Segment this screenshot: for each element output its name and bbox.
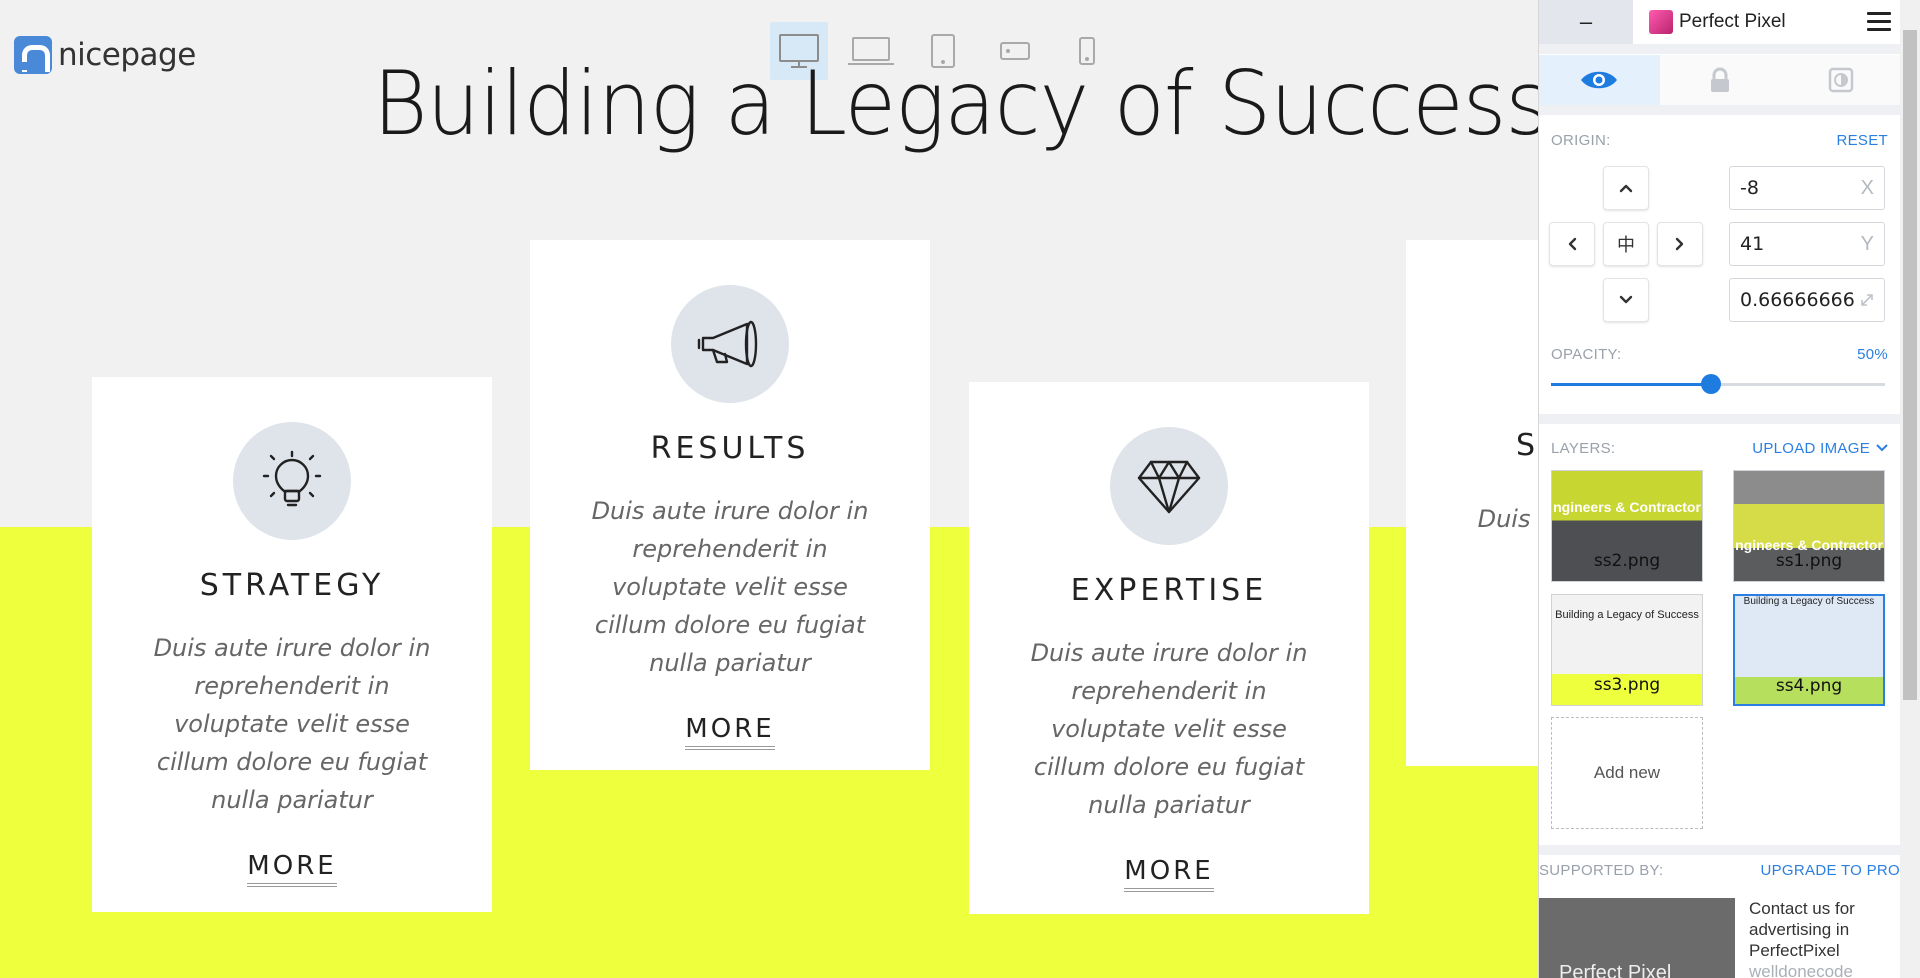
perfect-pixel-panel: – Perfect Pixel ORIGIN: RESET 中 -8 X 41 … (1538, 0, 1901, 978)
layer-caption: Building a Legacy of Success (1555, 609, 1699, 621)
ad-contact-text: Contact us for advertising in PerfectPix… (1749, 899, 1855, 960)
scrollbar-thumb[interactable] (1903, 30, 1917, 700)
ad-sub-text: welldonecode (1749, 962, 1853, 978)
move-left-button[interactable] (1549, 222, 1595, 266)
panel-scrollbar[interactable] (1900, 0, 1920, 978)
panel-brand: Perfect Pixel (1649, 10, 1786, 34)
card-text: Duis aute irure dolor in reprehenderit i… (1030, 639, 1308, 819)
eye-icon (1581, 71, 1618, 89)
card-icon-circle (671, 285, 789, 403)
resize-icon (1861, 294, 1873, 306)
card-title: STRATEGY (199, 568, 385, 603)
card-results: RESULTS Duis aute irure dolor in reprehe… (530, 240, 930, 770)
scale-field[interactable]: 0.66666666 (1729, 278, 1885, 322)
chevron-up-icon (1619, 184, 1633, 193)
y-value: 41 (1740, 233, 1765, 255)
opacity-label: OPACITY: (1551, 346, 1622, 363)
opacity-slider-fill (1551, 383, 1712, 386)
layers-label: LAYERS: (1551, 440, 1616, 457)
layer-name: ss3.png (1593, 675, 1661, 695)
center-icon: 中 (1617, 235, 1635, 255)
move-right-button[interactable] (1657, 222, 1703, 266)
card-icon-circle (233, 422, 351, 540)
card-strategy: STRATEGY Duis aute irure dolor in repreh… (92, 377, 492, 912)
move-up-button[interactable] (1603, 166, 1649, 210)
advertisement-image[interactable]: Perfect Pixel (1539, 898, 1735, 978)
center-button[interactable]: 中 (1603, 222, 1649, 266)
card-text: Duis aute irure dolor in reprehenderit i… (591, 497, 869, 677)
lock-toggle[interactable] (1660, 55, 1781, 105)
upload-chevron-icon[interactable] (1876, 444, 1888, 452)
card-expertise: EXPERTISE Duis aute irure dolor in repre… (969, 382, 1369, 914)
y-unit: Y (1860, 232, 1874, 255)
panel-mode-tabs (1539, 55, 1901, 105)
minimize-button[interactable]: – (1539, 0, 1633, 44)
chevron-right-icon (1675, 237, 1684, 251)
visibility-toggle[interactable] (1539, 55, 1660, 105)
layer-thumbnail[interactable]: ngineers & Contractor ss2.png (1551, 470, 1703, 582)
page-title-text: Building a Legacy of Success (372, 52, 1548, 155)
card-icon-circle (1110, 427, 1228, 545)
more-link[interactable]: MORE (247, 851, 337, 887)
layer-thumbnail[interactable]: Building a Legacy of Success ss3.png (1551, 594, 1703, 706)
card-text: Duis aute irure dolor in reprehenderit i… (153, 634, 431, 814)
scale-value: 0.66666666 (1740, 289, 1855, 311)
move-down-button[interactable] (1603, 278, 1649, 322)
opacity-slider[interactable] (1551, 374, 1885, 394)
x-offset-field[interactable]: -8 X (1729, 166, 1885, 210)
diamond-icon (1137, 460, 1201, 514)
perfect-pixel-logo-icon (1649, 10, 1673, 34)
panel-divider (1539, 44, 1901, 54)
layer-caption: ngineers & Contractor (1553, 499, 1701, 515)
supported-by-label: SUPPORTED BY: (1539, 862, 1664, 879)
more-link[interactable]: MORE (685, 714, 775, 750)
origin-label: ORIGIN: (1551, 132, 1611, 149)
x-value: -8 (1740, 177, 1759, 199)
opacity-slider-thumb[interactable] (1701, 374, 1722, 394)
add-new-layer-button[interactable]: Add new (1551, 717, 1703, 829)
panel-divider (1539, 845, 1901, 855)
layer-name: ss2.png (1593, 551, 1661, 571)
layer-thumbnail-selected[interactable]: Building a Legacy of Success ss4.png (1733, 594, 1885, 706)
hamburger-menu-icon[interactable] (1867, 12, 1891, 32)
layer-name: ss4.png (1775, 676, 1843, 696)
invert-icon (1828, 67, 1853, 93)
more-link[interactable]: MORE (1124, 856, 1214, 892)
upload-image-button[interactable]: UPLOAD IMAGE (1752, 440, 1870, 457)
opacity-value: 50% (1857, 346, 1888, 363)
panel-brand-text: Perfect Pixel (1679, 11, 1786, 32)
lock-icon (1711, 67, 1729, 92)
layer-thumbnail[interactable]: ngineers & Contractor ss1.png (1733, 470, 1885, 582)
reset-button[interactable]: RESET (1836, 132, 1888, 149)
card-title: EXPERTISE (1070, 573, 1268, 608)
panel-divider (1539, 105, 1901, 115)
advertisement-text[interactable]: Contact us for advertising in PerfectPix… (1749, 898, 1894, 978)
card-title: RESULTS (650, 431, 810, 466)
panel-header: – Perfect Pixel (1539, 0, 1901, 44)
card-title: S (1516, 428, 1540, 463)
megaphone-icon (697, 320, 758, 368)
lightbulb-icon (262, 450, 322, 507)
chevron-left-icon (1568, 237, 1577, 251)
upgrade-to-pro-link[interactable]: UPGRADE TO PRO (1760, 862, 1900, 879)
layer-name: ss1.png (1775, 551, 1843, 571)
ad-brand-text: Perfect Pixel (1559, 962, 1672, 978)
panel-divider (1539, 414, 1901, 424)
invert-colors-toggle[interactable] (1780, 55, 1901, 105)
chevron-down-icon (1619, 295, 1633, 304)
y-offset-field[interactable]: 41 Y (1729, 222, 1885, 266)
layer-caption: Building a Legacy of Success (1743, 596, 1875, 607)
x-unit: X (1860, 176, 1874, 199)
